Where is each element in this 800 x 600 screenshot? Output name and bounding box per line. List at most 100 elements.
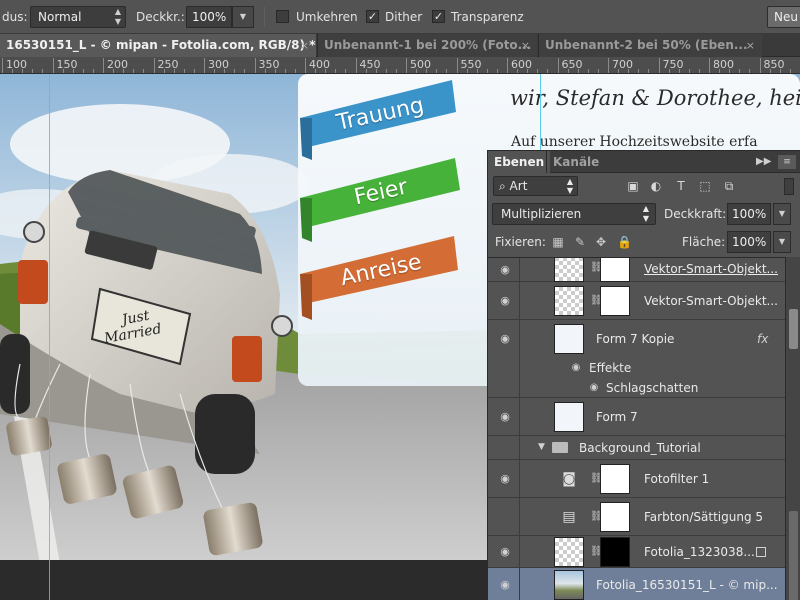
adjustment-filter-icon[interactable]: ◐ [649,179,663,193]
eye-icon[interactable]: ◉ [498,411,512,423]
ruler-tick [729,69,731,73]
transparency-checkbox[interactable]: ✓ [432,10,445,23]
layer-list-scrollbar[interactable] [785,257,800,600]
layer-name[interactable]: Vektor-Smart-Objekt... [644,262,778,276]
effect-label: Schlagschatten [606,381,699,395]
tab-unbenannt-1[interactable]: Unbenannt-1 bei 200% (Foto... × [317,34,537,57]
eye-icon[interactable]: ◉ [498,473,512,485]
lock-move-icon[interactable]: ✥ [594,235,608,249]
horizontal-ruler[interactable]: 100 150 200 250 300 350 400 450 500 550 600 650 700 7… [0,57,800,74]
layer-name[interactable]: Fotolia_1323038... [644,545,755,559]
layer-blend-mode-select[interactable]: Multiplizieren ▲ ▼ [492,203,656,225]
double-chevron-right-icon[interactable]: ▶▶ [756,151,771,173]
expand-arrow-icon[interactable]: ▼ [538,442,545,452]
layer-thumbnail [554,537,584,567]
layer-name[interactable]: Form 7 Kopie [596,332,674,346]
close-tab-icon[interactable]: × [300,34,309,57]
invert-label: Umkehren [296,10,358,24]
link-icon[interactable]: ⛓ [590,510,603,524]
layer-row-selected[interactable]: ◉ Fotolia_16530151_L - © mip... [488,568,785,600]
layer-row[interactable]: ◉ ◙ ⛓ Fotofilter 1 [488,460,785,498]
layer-row[interactable]: ▤ ⛓ Farbton/Sättigung 5 [488,498,785,536]
type-filter-icon[interactable]: T [674,179,688,193]
fx-icon[interactable]: fx [757,332,768,346]
group-row[interactable]: ▼ Background_Tutorial [488,436,785,460]
eye-icon[interactable]: ◉ [498,264,512,276]
tab-unbenannt-2[interactable]: Unbenannt-2 bei 50% (Eben... × [538,34,762,57]
invert-checkbox[interactable] [276,10,289,23]
layer-row[interactable]: ◉ ⛓ Fotolia_1323038... [488,536,785,568]
eye-icon[interactable]: ◉ [588,382,600,394]
opacity-input[interactable]: 100% [186,6,232,28]
layer-name[interactable]: Farbton/Sättigung 5 [644,510,763,524]
layer-thumbnail [554,258,584,282]
link-icon[interactable]: ⛓ [590,261,603,275]
layer-row[interactable]: ◉ ⛓ Vektor-Smart-Objekt... [488,258,785,282]
close-tab-icon[interactable]: × [521,34,530,57]
ruler-tick [719,69,721,73]
ruler-tick [113,69,115,73]
ruler-tick [577,69,579,73]
filter-kind-select[interactable]: ⌕ Art ▲ ▼ [493,176,578,196]
tab-document-active[interactable]: 16530151_L - © mipan - Fotolia.com, RGB/… [0,34,316,57]
group-name[interactable]: Background_Tutorial [579,441,701,455]
layer-name[interactable]: Fotolia_16530151_L - © mip... [596,578,778,592]
ruler-label: 800 [709,58,734,73]
shape-filter-icon[interactable]: ⬚ [698,179,712,193]
eye-icon[interactable]: ◉ [498,295,512,307]
effect-row[interactable]: ◉ Schlagschatten [488,378,785,398]
panel-menu-icon[interactable]: ≡ [778,155,796,169]
filter-toggle[interactable] [784,178,794,195]
mask-thumbnail [600,286,630,316]
link-icon[interactable]: ⛓ [590,294,603,308]
ruler-tick [335,69,337,73]
effects-row[interactable]: ◉ Effekte [488,358,785,378]
close-tab-icon[interactable]: × [746,34,755,57]
layer-name[interactable]: Fotofilter 1 [644,472,709,486]
ruler-tick [789,69,791,73]
guide-line[interactable] [49,74,50,600]
lock-all-icon[interactable]: 🔒 [617,235,632,249]
ruler-tick [123,69,125,73]
fill-input[interactable]: 100% [727,231,771,253]
eye-icon[interactable]: ◉ [498,333,512,345]
photo-filter-icon: ◙ [562,471,576,487]
can-1 [6,416,52,456]
mask-thumbnail [600,464,630,494]
ruler-label: 200 [103,58,128,73]
layer-opacity-input[interactable]: 100% [727,203,771,225]
tab-layers[interactable]: Ebenen [488,151,551,173]
lock-transparency-icon[interactable]: ▦ [551,235,565,249]
opacity-dropdown-icon[interactable]: ▼ [232,6,254,28]
transparency-label: Transparenz [451,10,524,24]
link-icon[interactable]: ⛓ [590,545,603,559]
ruler-tick [244,69,246,73]
eye-icon[interactable]: ◉ [498,546,512,558]
scrollbar-thumb[interactable] [789,309,798,349]
select-arrows-icon: ▲ ▼ [566,177,573,195]
layer-row[interactable]: ◉ Form 7 Kopie fx [488,320,785,358]
layer-name[interactable]: Form 7 [596,410,638,424]
chevron-down-icon[interactable]: ▼ [773,231,791,253]
ruler-tick [597,69,599,73]
site-subline: Auf unserer Hochzeitswebsite erfa [511,134,758,150]
ruler-tick [315,69,317,73]
eye-icon[interactable]: ◉ [570,362,582,374]
tab-channels[interactable]: Kanäle [546,151,605,173]
dither-checkbox[interactable]: ✓ [366,10,379,23]
layer-name[interactable]: Vektor-Smart-Objekt... [644,294,778,308]
smart-object-filter-icon[interactable]: ⧉ [722,179,736,193]
shape-thumbnail [554,402,584,432]
image-filter-icon[interactable]: ▣ [626,179,640,193]
layer-row[interactable]: ◉ ⛓ Vektor-Smart-Objekt... [488,282,785,320]
ruler-tick [32,69,34,73]
new-button[interactable]: Neu [767,6,800,28]
ruler-tick [567,69,569,73]
chevron-down-icon[interactable]: ▼ [773,203,791,225]
eye-icon[interactable]: ◉ [498,579,512,591]
layer-row[interactable]: ◉ Form 7 [488,398,785,436]
lock-paint-icon[interactable]: ✎ [573,235,587,249]
blend-mode-select[interactable]: Normal ▲ ▼ [30,6,126,28]
panel-tab-bar: Ebenen Kanäle ▶▶ ≡ [488,151,800,173]
link-icon[interactable]: ⛓ [590,472,603,486]
